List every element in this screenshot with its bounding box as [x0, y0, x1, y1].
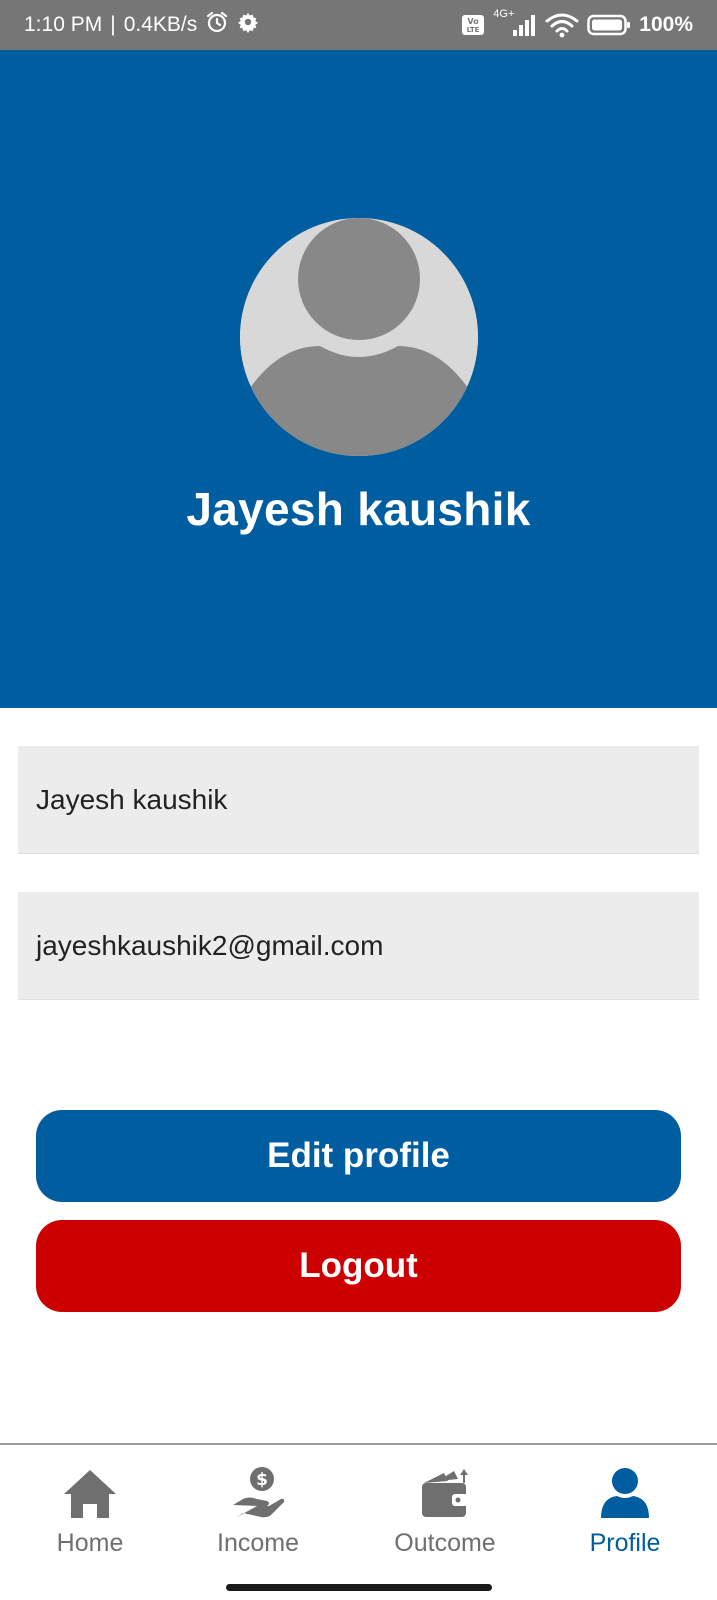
nav-item-income[interactable]: $ Income — [193, 1463, 323, 1573]
status-speed: 0.4KB/s — [123, 13, 198, 36]
gear-icon — [237, 11, 259, 39]
default-user-avatar-icon — [240, 218, 478, 456]
name-field-value: Jayesh kaushik — [36, 783, 228, 815]
wallet-icon — [416, 1463, 474, 1525]
nav-label-profile: Profile — [589, 1529, 661, 1557]
wifi-icon — [545, 12, 579, 38]
home-indicator[interactable] — [226, 1584, 492, 1591]
alarm-icon — [205, 10, 229, 40]
email-field[interactable]: jayeshkaushik2@gmail.com — [18, 892, 699, 1000]
signal-icon: 4G+ — [493, 8, 537, 38]
status-divider: | — [110, 13, 116, 36]
home-icon — [62, 1463, 118, 1525]
edit-profile-button[interactable]: Edit profile — [36, 1110, 681, 1202]
income-icon: $ — [229, 1463, 287, 1525]
nav-item-home[interactable]: Home — [25, 1463, 155, 1573]
svg-text:$: $ — [256, 1470, 268, 1490]
nav-item-outcome[interactable]: Outcome — [380, 1463, 510, 1573]
nav-label-home: Home — [56, 1529, 124, 1557]
avatar — [240, 218, 478, 456]
battery-icon — [587, 13, 631, 37]
logout-button[interactable]: Logout — [36, 1220, 681, 1312]
nav-label-outcome: Outcome — [394, 1529, 496, 1557]
volte-icon: Vo LTE — [461, 14, 485, 36]
name-field[interactable]: Jayesh kaushik — [18, 746, 699, 854]
email-field-value: jayeshkaushik2@gmail.com — [36, 929, 384, 961]
status-left: 1:10 PM | 0.4KB/s — [24, 10, 259, 40]
svg-text:Vo: Vo — [468, 17, 480, 26]
profile-header: Jayesh kaushik — [0, 50, 717, 708]
nav-label-income: Income — [217, 1529, 299, 1557]
bottom-nav: Home $ Income Outcome Profile — [0, 1443, 717, 1600]
status-bar: 1:10 PM | 0.4KB/s Vo LTE 4G+ 100% — [0, 0, 717, 50]
profile-display-name: Jayesh kaushik — [186, 483, 531, 535]
user-icon — [597, 1463, 653, 1525]
nav-item-profile[interactable]: Profile — [560, 1463, 690, 1573]
svg-text:LTE: LTE — [467, 26, 480, 34]
status-time: 1:10 PM — [24, 13, 103, 36]
status-right: Vo LTE 4G+ 100% — [461, 8, 693, 38]
battery-percent: 100% — [639, 13, 693, 36]
